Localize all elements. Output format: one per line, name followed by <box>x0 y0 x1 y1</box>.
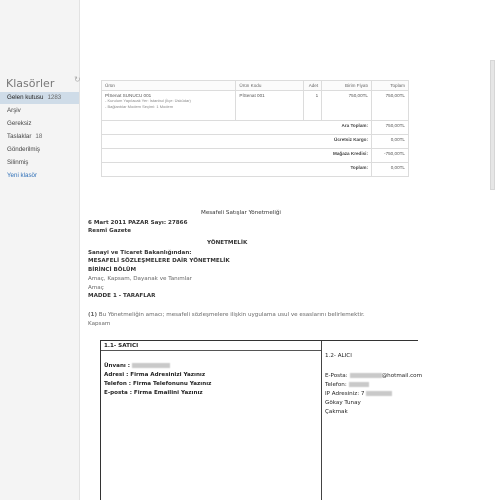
seller-phone: Telefon : Firma Telefonunu Yazınız <box>104 381 212 387</box>
col-product: Ürün <box>100 80 237 91</box>
doc-gazette: Resmî Gazete <box>88 228 132 234</box>
doc-regulation: MESAFELİ SÖZLEŞMELERE DAİR YÖNETMELİK <box>88 258 230 264</box>
doc-ministry: Sanayi ve Ticaret Bakanlığından: <box>88 250 192 256</box>
col-qty: Adet <box>303 80 323 91</box>
col-unit-price: Birim Fiyatı <box>321 80 372 91</box>
folder-inbox[interactable]: Gelen kutusu 1283 <box>0 92 79 104</box>
summary-label: Toplam: <box>101 162 372 177</box>
seller-email: E-posta : Firma Emailini Yazınız <box>104 390 203 396</box>
doc-para-num: (1) <box>88 312 98 318</box>
folder-label: Taslaklar <box>7 133 32 140</box>
buyer-ip-label: IP Adresiniz: 7 <box>325 391 365 397</box>
folder-label: Silinmiş <box>7 159 29 166</box>
summary-value: -750,00TL <box>371 148 409 163</box>
item-total: 750,00TL <box>371 90 409 121</box>
doc-part-sub: Amaç, Kapsam, Dayanak ve Tanımlar <box>88 276 192 282</box>
buyer-name: Gökay Tunay <box>325 400 361 406</box>
col-code: Ürün Kodu <box>235 80 305 91</box>
seller-address: Adresi : Firma Adresinizi Yazınız <box>104 372 206 378</box>
divider <box>321 341 322 500</box>
folder-label: Gönderilmiş <box>7 146 41 153</box>
buyer-email: E-Posta: @hotmail.com <box>325 373 422 379</box>
folder-count: 1283 <box>47 94 62 101</box>
item-qty: 1 <box>303 90 323 121</box>
folder-label: Gelen kutusu <box>7 94 44 101</box>
message-body: Ürün Ürün Kodu Adet Birim Fiyatı Toplam … <box>81 60 491 500</box>
item-code: PİSenat 001 <box>235 90 305 121</box>
doc-heading: YÖNETMELİK <box>207 240 248 246</box>
folder-archive[interactable]: Arşiv <box>0 105 79 117</box>
summary-row: Ara Toplam: 750,00TL <box>101 120 409 135</box>
folder-drafts[interactable]: Taslaklar 18 <box>0 131 79 143</box>
buyer-phone-label: Telefon: <box>325 382 347 388</box>
buyer-district: Çakmak <box>325 409 348 415</box>
doc-paragraph: (1) Bu Yönetmeliğin amacı; mesafeli sözl… <box>88 312 365 318</box>
col-total: Toplam <box>371 80 409 91</box>
folders-title: Klasörler <box>6 77 55 90</box>
folders-header: Klasörler ↻ <box>6 74 81 91</box>
summary-label: Ücretsiz Kargo: <box>101 134 372 149</box>
seller-name-label: Ünvanı : <box>104 363 131 369</box>
buyer-title: 1.2- ALICI <box>325 353 352 359</box>
seller-title: 1.1- SATICI <box>104 343 139 349</box>
folder-sent[interactable]: Gönderilmiş <box>0 144 79 156</box>
summary-value: 0,00TL <box>371 162 409 177</box>
redacted-text <box>348 382 369 387</box>
item-note: - Bağlantılar Modem Seçimi: 1 Modem <box>105 104 174 109</box>
item-product-cell: PİSenat SUNUCU 001 - Kurulum Yapılacak Y… <box>100 90 237 121</box>
summary-label: Ara Toplam: <box>101 120 372 135</box>
doc-date: 6 Mart 2011 PAZAR Sayı: 27866 <box>88 220 188 226</box>
doc-article: MADDE 1 - TARAFLAR <box>88 293 156 299</box>
doc-scope: Kapsam <box>88 321 111 327</box>
divider <box>101 350 321 351</box>
summary-row: Mağaza Kredisi: -750,00TL <box>101 148 409 163</box>
doc-purpose: Amaç <box>88 285 104 291</box>
folder-count: 18 <box>35 133 43 140</box>
summary-row: Toplam: 0,00TL <box>101 162 409 177</box>
summary-value: 0,00TL <box>371 134 409 149</box>
folder-deleted[interactable]: Silinmiş <box>0 157 79 169</box>
new-folder-link[interactable]: Yeni klasör <box>0 170 79 182</box>
redacted-text <box>132 363 171 368</box>
item-unit-price: 750,00TL <box>321 90 372 121</box>
doc-title: Mesafeli Satışlar Yönetmeliği <box>201 210 281 216</box>
order-item-row: PİSenat SUNUCU 001 - Kurulum Yapılacak Y… <box>100 90 409 121</box>
folder-label: Gereksiz <box>7 120 32 127</box>
buyer-email-tail: @hotmail.com <box>381 373 423 379</box>
parties-table: 1.1- SATICI Ünvanı : Adresi : Firma Adre… <box>100 340 422 500</box>
summary-row: Ücretsiz Kargo: 0,00TL <box>101 134 409 149</box>
summary-value: 750,00TL <box>371 120 409 135</box>
order-table: Ürün Ürün Kodu Adet Birim Fiyatı Toplam … <box>100 80 409 177</box>
folder-sidebar: Klasörler ↻ Gelen kutusu 1283 Arşiv Gerek… <box>0 0 81 500</box>
buyer-phone: Telefon: <box>325 382 369 388</box>
doc-part: BİRİNCİ BÖLÜM <box>88 267 137 273</box>
summary-label: Mağaza Kredisi: <box>101 148 372 163</box>
folder-label: Arşiv <box>7 107 21 114</box>
redacted-text <box>366 391 393 396</box>
redacted-text <box>349 373 382 378</box>
seller-name: Ünvanı : <box>104 363 171 369</box>
buyer-email-label: E-Posta: <box>325 373 348 379</box>
order-header-row: Ürün Ürün Kodu Adet Birim Fiyatı Toplam <box>100 80 409 91</box>
buyer-ip: IP Adresiniz: 7 <box>325 391 393 397</box>
doc-para-text: Bu Yönetmeliğin amacı; mesafeli sözleşme… <box>98 312 365 318</box>
folder-junk[interactable]: Gereksiz <box>0 118 79 130</box>
vertical-scrollbar[interactable] <box>490 60 495 500</box>
scrollbar-thumb[interactable] <box>490 60 495 190</box>
